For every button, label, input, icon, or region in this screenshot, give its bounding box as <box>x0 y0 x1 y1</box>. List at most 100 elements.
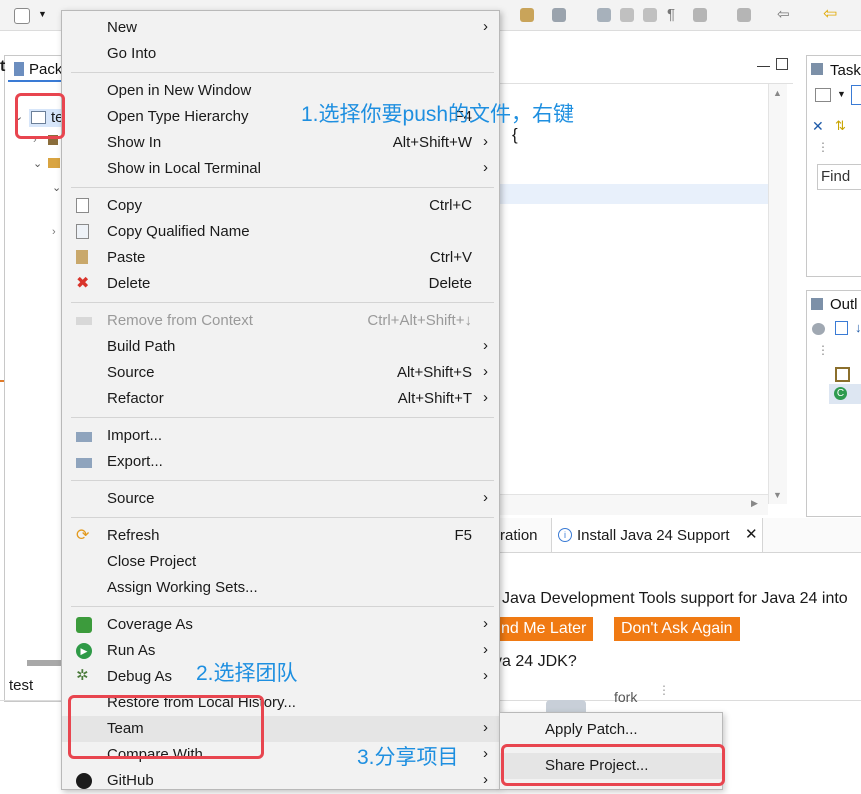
back-icon[interactable]: ⇦ <box>777 5 790 23</box>
scroll-up-icon[interactable]: ▲ <box>773 88 782 98</box>
submenu-item-apply-patch[interactable]: Apply Patch... <box>500 717 722 743</box>
nav-icon[interactable] <box>693 8 707 22</box>
bottom-tab-bar: ration i Install Java 24 Support ✕ <box>493 518 861 553</box>
task-tab[interactable]: Task <box>830 62 861 79</box>
outline-selected-row[interactable]: C <box>829 384 861 404</box>
hide-static-icon[interactable]: ↓ <box>855 320 861 335</box>
package-explorer-tab[interactable]: Pack <box>29 61 62 78</box>
submenu-arrow-icon: › <box>483 615 488 632</box>
menu-item-source[interactable]: Source Alt+Shift+S › <box>62 360 499 386</box>
new-file-icon[interactable] <box>14 8 30 24</box>
new-task-icon[interactable] <box>815 88 831 102</box>
menu-item-copy[interactable]: Copy Ctrl+C <box>62 193 499 219</box>
editor-scrollbar[interactable]: ▲ ▼ <box>768 84 787 504</box>
install-banner-text: Java Development Tools support for Java … <box>502 590 848 607</box>
submenu-arrow-icon: › <box>483 18 488 35</box>
menu-item-go-into[interactable]: Go Into <box>62 41 499 67</box>
tab-install-java[interactable]: i Install Java 24 Support ✕ <box>551 518 763 552</box>
expand-arrow-icon[interactable]: ⌄ <box>52 181 61 194</box>
menu-separator <box>71 302 494 303</box>
tab-install-label: Install Java 24 Support <box>577 527 730 544</box>
menu-item-label: Import... <box>107 427 163 444</box>
menu-separator <box>71 187 494 188</box>
editor-h-scrollbar[interactable]: ▶ <box>493 494 768 515</box>
menu-item-refactor[interactable]: Refactor Alt+Shift+T › <box>62 386 499 412</box>
menu-item-paste[interactable]: Paste Ctrl+V <box>62 245 499 271</box>
collapse-all-icon[interactable]: ✕ <box>812 118 824 135</box>
export-icon <box>76 458 92 468</box>
scroll-right-icon[interactable]: ▶ <box>751 498 758 509</box>
menu-item-label: Delete <box>107 275 151 292</box>
history-back-icon[interactable]: ⇦ <box>823 4 837 24</box>
menu-item-label: Paste <box>107 249 146 266</box>
more-icon[interactable]: ⋮ <box>817 140 829 154</box>
hide-fields-icon[interactable] <box>835 321 848 335</box>
block-icon[interactable] <box>643 8 657 22</box>
tab-configuration[interactable]: ration <box>500 527 538 544</box>
collapse-arrow-icon[interactable]: › <box>52 226 56 238</box>
menu-item-label: Run As <box>107 642 156 659</box>
nav-next-icon[interactable] <box>737 8 751 22</box>
paragraph-icon[interactable]: ¶ <box>667 6 675 23</box>
menu-item-copy-qualified-name[interactable]: Copy Qualified Name <box>62 219 499 245</box>
menu-item-refresh[interactable]: ⟳ Refresh F5 <box>62 523 499 549</box>
menu-item-show-in[interactable]: Show In Alt+Shift+W › <box>62 130 499 156</box>
scroll-down-icon[interactable]: ▼ <box>773 490 782 500</box>
menu-item-assign-working-sets[interactable]: Assign Working Sets... <box>62 575 499 601</box>
remind-later-button[interactable]: nd Me Later <box>494 617 594 641</box>
menu-item-new[interactable]: New › <box>62 15 499 41</box>
menu-item-label: Coverage As <box>107 616 193 633</box>
submenu-arrow-icon: › <box>483 133 488 150</box>
copy-icon <box>76 198 89 213</box>
expand-arrow-icon[interactable]: ⌄ <box>33 157 42 170</box>
menu-item-label: Source <box>107 364 155 381</box>
menu-item-github[interactable]: GitHub › <box>62 768 499 794</box>
find-placeholder: Find <box>821 168 851 185</box>
more-icon[interactable]: ⋮ <box>817 343 829 357</box>
menu-item-label: Refresh <box>107 527 160 544</box>
dropdown-arrow-icon[interactable]: ▼ <box>837 89 846 99</box>
menu-item-label: Open in New Window <box>107 82 252 99</box>
minimize-icon[interactable]: — <box>757 58 770 73</box>
menu-item-label: GitHub <box>107 772 154 789</box>
menu-item-delete[interactable]: ✖ Delete Delete <box>62 271 499 297</box>
resize-handle[interactable]: ⋮ <box>658 683 670 697</box>
menu-item-export[interactable]: Export... <box>62 449 499 475</box>
dropdown-arrow-icon[interactable]: ▼ <box>38 9 47 19</box>
code-editor[interactable] <box>493 84 768 504</box>
tool-icon[interactable] <box>520 8 534 22</box>
menu-item-build-path[interactable]: Build Path › <box>62 334 499 360</box>
menu-item-import[interactable]: Import... <box>62 423 499 449</box>
menu-item-label: Assign Working Sets... <box>107 579 258 596</box>
import-icon <box>76 432 92 442</box>
sync-icon[interactable]: ⇅ <box>835 118 846 134</box>
outline-tab[interactable]: Outl <box>830 296 858 313</box>
menu-item-coverage-as[interactable]: Coverage As › <box>62 612 499 638</box>
menu-item-label: Build Path <box>107 338 176 355</box>
maximize-icon[interactable] <box>776 58 788 70</box>
menu-item-shortcut: Alt+Shift+T <box>397 390 472 407</box>
search-icon[interactable] <box>552 8 566 22</box>
menu-item-close-project[interactable]: Close Project <box>62 549 499 575</box>
menu-item-label: Refactor <box>107 390 164 407</box>
paste-icon <box>76 250 88 264</box>
sort-icon[interactable] <box>812 323 825 335</box>
annotation-step2: 2.选择团队 <box>196 662 298 685</box>
menu-item-source-2[interactable]: Source › <box>62 486 499 512</box>
menu-item-show-local-terminal[interactable]: Show in Local Terminal › <box>62 156 499 182</box>
menu-item-label: Remove from Context <box>107 312 253 329</box>
menu-item-label: Go Into <box>107 45 157 62</box>
pin-icon[interactable] <box>597 8 611 22</box>
folder-icon <box>48 158 60 168</box>
find-input[interactable]: Find <box>817 164 861 190</box>
close-icon[interactable]: ✕ <box>745 525 758 543</box>
menu-item-remove-from-context: Remove from Context Ctrl+Alt+Shift+↓ <box>62 308 499 334</box>
filter-icon[interactable] <box>851 85 861 105</box>
toggle-icon[interactable] <box>620 8 634 22</box>
menu-item-shortcut: Ctrl+Alt+Shift+↓ <box>367 312 472 329</box>
menu-item-label: Debug As <box>107 668 173 685</box>
dont-ask-again-button[interactable]: Don't Ask Again <box>614 617 740 641</box>
fork-label: fork <box>614 689 638 705</box>
task-panel: Task ▼ ✕ ⇅ ⋮ Find <box>806 55 861 277</box>
horizontal-scrollbar[interactable] <box>27 660 61 666</box>
